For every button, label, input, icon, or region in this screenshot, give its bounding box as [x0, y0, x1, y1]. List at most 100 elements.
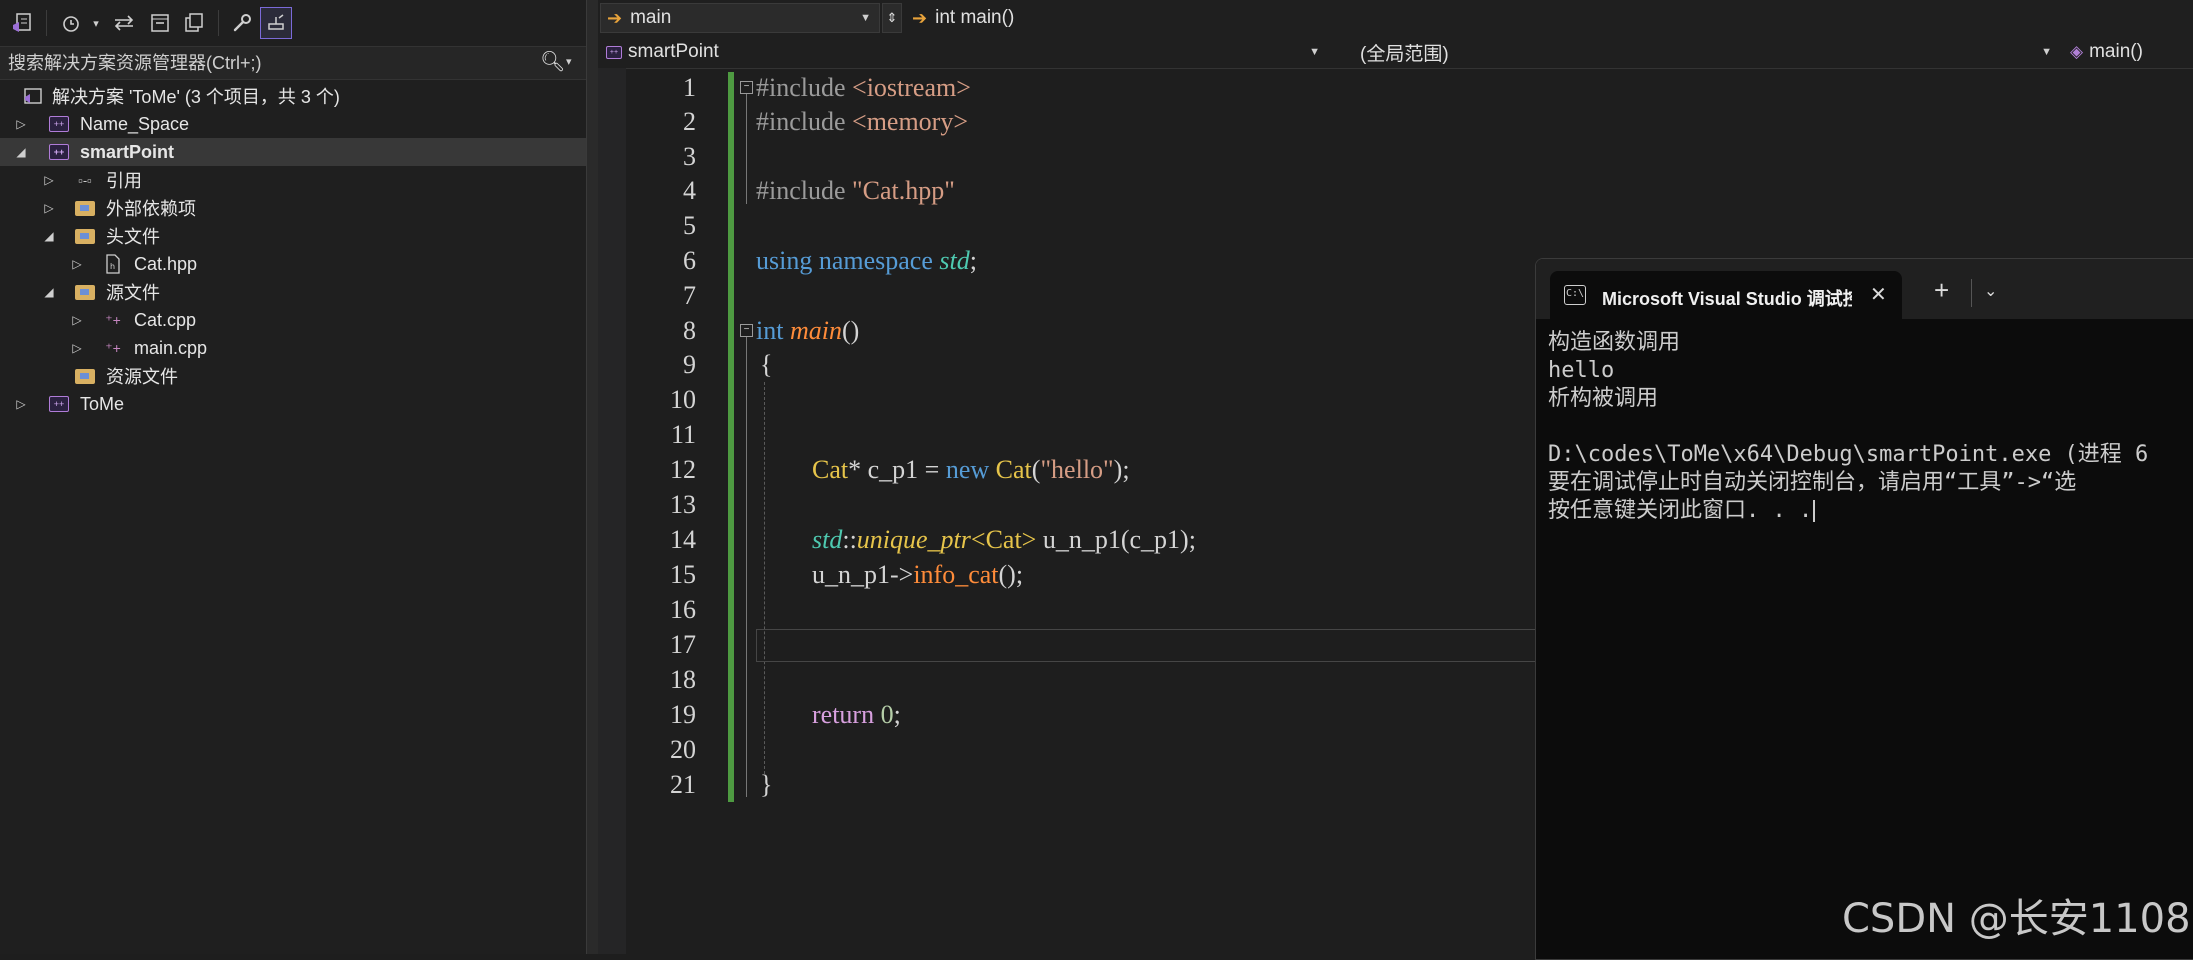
tree-item-label: 源文件	[106, 283, 160, 303]
tree-solution-label: 解决方案 'ToMe' (3 个项目，共 3 个)	[52, 87, 340, 107]
tree-project-tome[interactable]: ▷ ++ ToMe	[0, 390, 586, 418]
dropdown-caret-icon[interactable]: ▾	[88, 7, 104, 39]
console-output-line: 按任意键关闭此窗口. . .	[1548, 497, 1816, 525]
solution-explorer-search: 🔍︎ ▾	[0, 46, 586, 80]
code-token: #include	[756, 176, 846, 205]
tree-item-label: Cat.cpp	[134, 309, 197, 330]
preview-selected-icon[interactable]	[260, 7, 292, 39]
code-token: u_n_p1	[812, 560, 890, 589]
code-token: (c_p1);	[1120, 525, 1196, 554]
collapse-arrow-icon[interactable]: ◢	[14, 145, 28, 159]
code-token: {	[760, 350, 773, 379]
tree-item-label: Cat.hpp	[134, 253, 198, 274]
code-line-15[interactable]: u_n_p1->info_cat();	[812, 557, 1023, 592]
tree-resource-files[interactable]: 资源文件	[0, 362, 586, 390]
scope-dropdown[interactable]: ➔ main ▼	[600, 3, 880, 33]
tree-header-files[interactable]: ◢ 头文件	[0, 222, 586, 250]
code-token: "Cat.hpp"	[852, 176, 955, 205]
expand-arrow-icon[interactable]: ▷	[14, 117, 28, 131]
project-dropdown[interactable]: ++ smartPoint ▼	[600, 37, 1328, 67]
expand-arrow-icon[interactable]: ▷	[42, 173, 56, 187]
code-line-9[interactable]: {	[760, 347, 772, 382]
cpp-file-icon: ⁺+	[105, 311, 121, 328]
code-token: Cat	[995, 455, 1032, 484]
tree-source-files[interactable]: ◢ 源文件	[0, 278, 586, 306]
history-icon[interactable]	[58, 7, 84, 39]
solution-explorer-toolbar: ▾	[0, 0, 586, 46]
member-dropdown[interactable]: ◈ main()	[2066, 37, 2193, 67]
line-number: 2	[683, 107, 696, 136]
collapse-arrow-icon[interactable]: ◢	[42, 229, 56, 243]
filter-folder-icon	[74, 366, 96, 386]
expand-arrow-icon[interactable]: ▷	[42, 201, 56, 215]
fold-toggle-icon[interactable]: −	[740, 81, 753, 94]
console-tab[interactable]: C:\ Microsoft Visual Studio 调试控制台 ✕	[1550, 271, 1902, 319]
sync-icon[interactable]	[110, 7, 138, 39]
show-all-files-icon[interactable]	[180, 7, 208, 39]
code-token: 0	[880, 700, 894, 729]
code-token: <Cat>	[970, 525, 1037, 554]
tree-file-cat-hpp[interactable]: ▷ h Cat.hpp	[0, 250, 586, 278]
collapse-arrow-icon[interactable]: ◢	[42, 285, 56, 299]
cpp-project-icon: ++	[48, 142, 70, 162]
expand-arrow-icon[interactable]: ▷	[70, 313, 84, 327]
tree-project-label: Name_Space	[80, 113, 190, 134]
code-line-6[interactable]: using namespace std;	[756, 243, 977, 278]
console-output-line: 要在调试停止时自动关闭控制台，请启用“工具”->“选	[1548, 470, 2077, 495]
search-options-caret-icon[interactable]: ▾	[566, 55, 572, 68]
code-token: =	[924, 455, 940, 484]
code-token: <memory>	[852, 107, 969, 136]
new-tab-plus-icon[interactable]: +	[1934, 277, 1949, 303]
code-line-1[interactable]: #include <iostream>	[756, 70, 971, 105]
scope-spinner-icon[interactable]: ⇕	[882, 3, 902, 33]
cpp-file-icon: ⁺+	[105, 339, 121, 356]
collapse-all-icon[interactable]	[146, 7, 174, 39]
fold-toggle-icon[interactable]: −	[740, 324, 753, 337]
close-icon[interactable]: ✕	[1870, 282, 1887, 307]
line-number: 20	[670, 735, 696, 764]
function-dropdown[interactable]: ➔ int main()	[906, 3, 2193, 33]
code-line-2[interactable]: #include <memory>	[756, 104, 968, 139]
code-line-12[interactable]: Cat* c_p1 = new Cat("hello");	[812, 452, 1130, 487]
code-line-8[interactable]: int main()	[756, 313, 859, 348]
expand-arrow-icon[interactable]: ▷	[70, 341, 84, 355]
global-scope-dropdown[interactable]: (全局范围) ▼	[1334, 37, 2060, 67]
filter-folder-icon	[74, 226, 96, 246]
code-line-14[interactable]: std::unique_ptr<Cat> u_n_p1(c_p1);	[812, 522, 1196, 557]
cpp-project-icon: ++	[48, 114, 70, 134]
watermark: CSDN @长安1108	[1842, 896, 2191, 942]
tree-item-label: main.cpp	[134, 337, 208, 358]
tree-project-name-space[interactable]: ▷ ++ Name_Space	[0, 110, 586, 138]
expand-arrow-icon[interactable]: ▷	[14, 397, 28, 411]
tree-file-cat-cpp[interactable]: ▷ ⁺+ Cat.cpp	[0, 306, 586, 334]
tree-file-main-cpp[interactable]: ▷ ⁺+ main.cpp	[0, 334, 586, 362]
line-number: 1	[683, 73, 696, 102]
cpp-project-icon: ++	[48, 394, 70, 414]
line-number: 3	[683, 142, 696, 171]
code-line-21[interactable]: }	[760, 767, 772, 802]
search-input[interactable]	[8, 51, 528, 75]
expand-arrow-icon[interactable]: ▷	[70, 257, 84, 271]
line-number: 13	[670, 490, 696, 519]
tree-project-smartpoint[interactable]: ◢ ++ smartPoint	[0, 138, 586, 166]
code-token: namespace	[818, 246, 933, 275]
code-token: "hello"	[1040, 455, 1114, 484]
tree-references[interactable]: ▷ ▫-▫ 引用	[0, 166, 586, 194]
tree-item-label: 头文件	[106, 227, 160, 247]
search-icon[interactable]: 🔍︎	[540, 49, 565, 74]
line-number: 16	[670, 595, 696, 624]
console-output-text: 按任意键关闭此窗口. . .	[1548, 498, 1813, 523]
vs-project-icon[interactable]	[6, 7, 38, 39]
tree-external-deps[interactable]: ▷ 外部依赖项	[0, 194, 586, 222]
chevron-down-icon[interactable]: ⌄	[1984, 281, 1997, 301]
code-token: std	[939, 246, 970, 275]
solution-explorer-panel: ▾ 🔍︎ ▾ 解决方案 'ToMe' (3 个项目，共 3 个) ▷ ++ N	[0, 0, 586, 954]
code-line-4[interactable]: #include "Cat.hpp"	[756, 173, 955, 208]
method-cube-icon: ◈	[2070, 42, 2084, 61]
tree-solution[interactable]: 解决方案 'ToMe' (3 个项目，共 3 个)	[0, 82, 586, 110]
code-line-19[interactable]: return 0;	[812, 697, 901, 732]
line-number: 12	[670, 455, 696, 484]
properties-wrench-icon[interactable]	[228, 7, 256, 39]
tree-project-label: smartPoint	[80, 141, 175, 162]
code-token: Cat	[812, 455, 849, 484]
